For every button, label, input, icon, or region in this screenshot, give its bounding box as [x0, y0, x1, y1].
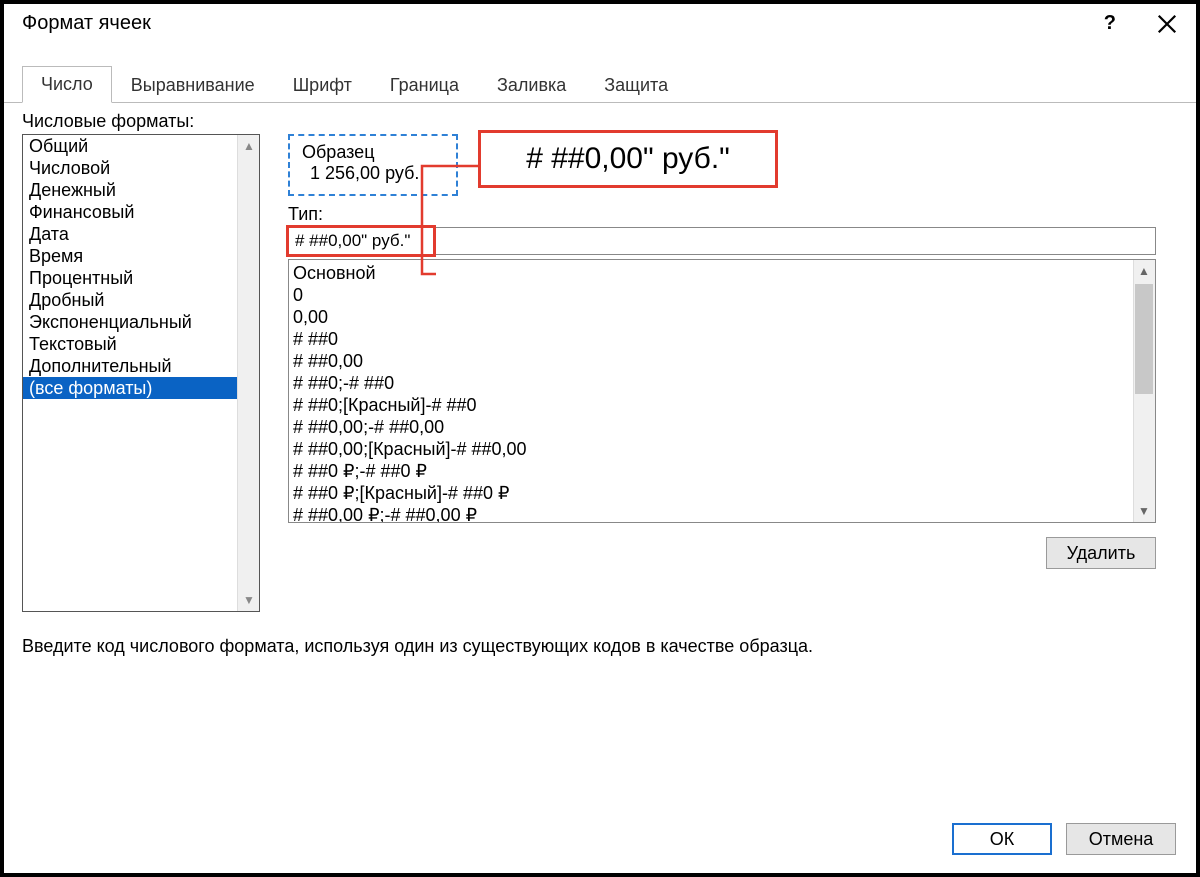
list-item[interactable]: Финансовый [23, 201, 259, 223]
list-item[interactable]: # ##0 ₽;-# ##0 ₽ [293, 460, 1151, 482]
sample-label: Образец [302, 142, 444, 163]
list-item[interactable]: # ##0;[Красный]-# ##0 [293, 394, 1151, 416]
scrollbar-thumb[interactable] [1135, 284, 1153, 394]
list-item[interactable]: Числовой [23, 157, 259, 179]
list-item[interactable]: # ##0 ₽;[Красный]-# ##0 ₽ [293, 482, 1151, 504]
close-icon[interactable] [1156, 13, 1178, 35]
chevron-down-icon[interactable]: ▼ [238, 589, 260, 611]
category-listbox[interactable]: Общий Числовой Денежный Финансовый Дата … [22, 134, 260, 612]
tab-alignment[interactable]: Выравнивание [112, 67, 274, 103]
list-item[interactable]: # ##0,00;-# ##0,00 [293, 416, 1151, 438]
list-item[interactable]: # ##0,00;[Красный]-# ##0,00 [293, 438, 1151, 460]
sample-box: Образец 1 256,00 руб. [288, 134, 458, 196]
list-item[interactable]: # ##0,00 [293, 350, 1151, 372]
list-item[interactable]: Текстовый [23, 333, 259, 355]
scrollbar[interactable]: ▲ ▼ [237, 135, 259, 611]
sample-value: 1 256,00 руб. [302, 163, 444, 184]
tab-border[interactable]: Граница [371, 67, 478, 103]
list-item[interactable]: Дата [23, 223, 259, 245]
list-item[interactable]: Дополнительный [23, 355, 259, 377]
list-item[interactable]: Общий [23, 135, 259, 157]
list-item[interactable]: # ##0 [293, 328, 1151, 350]
help-icon[interactable]: ? [1104, 12, 1116, 35]
tab-protection[interactable]: Защита [585, 67, 687, 103]
type-label: Тип: [288, 204, 1178, 225]
callout-format-code: # ##0,00" руб." [478, 130, 778, 188]
tabstrip: Число Выравнивание Шрифт Граница Заливка… [4, 39, 1196, 103]
titlebar: Формат ячеек ? [4, 4, 1196, 39]
chevron-down-icon[interactable]: ▼ [1133, 500, 1155, 522]
list-item[interactable]: 0 [293, 284, 1151, 306]
formats-label: Числовые форматы: [22, 111, 1178, 132]
tab-number[interactable]: Число [22, 66, 112, 103]
list-item[interactable]: Время [23, 245, 259, 267]
scrollbar[interactable]: ▲ ▼ [1133, 260, 1155, 522]
chevron-up-icon[interactable]: ▲ [1133, 260, 1155, 282]
list-item[interactable]: # ##0,00 ₽;-# ##0,00 ₽ [293, 504, 1151, 523]
list-item[interactable]: Дробный [23, 289, 259, 311]
tab-fill[interactable]: Заливка [478, 67, 585, 103]
dialog-title: Формат ячеек [22, 12, 151, 35]
chevron-up-icon[interactable]: ▲ [238, 135, 260, 157]
ok-button[interactable]: ОК [952, 823, 1052, 855]
list-item[interactable]: Экспоненциальный [23, 311, 259, 333]
list-item[interactable]: # ##0;-# ##0 [293, 372, 1151, 394]
hint-text: Введите код числового формата, используя… [22, 636, 1178, 657]
cancel-button[interactable]: Отмена [1066, 823, 1176, 855]
dialog-format-cells: Формат ячеек ? Число Выравнивание Шрифт … [0, 0, 1200, 877]
list-item[interactable]: Денежный [23, 179, 259, 201]
dialog-footer: ОК Отмена [952, 823, 1176, 855]
type-listbox[interactable]: Основной 0 0,00 # ##0 # ##0,00 # ##0;-# … [288, 259, 1156, 523]
list-item[interactable]: 0,00 [293, 306, 1151, 328]
delete-button[interactable]: Удалить [1046, 537, 1156, 569]
list-item[interactable]: Основной [293, 262, 1151, 284]
list-item[interactable]: Процентный [23, 267, 259, 289]
type-input[interactable] [288, 227, 1156, 255]
callout-text: # ##0,00" руб." [526, 142, 730, 176]
list-item[interactable]: (все форматы) [23, 377, 259, 399]
tab-font[interactable]: Шрифт [274, 67, 371, 103]
